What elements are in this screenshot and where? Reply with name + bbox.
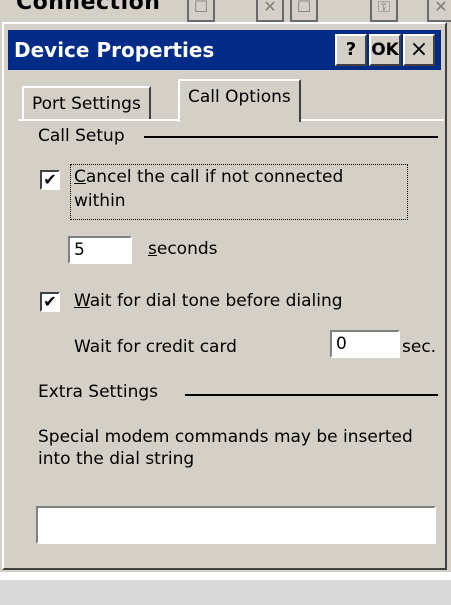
cancel-call-label[interactable]: Cancel the call if not connected: [74, 166, 343, 188]
background-button-4[interactable]: ⚿: [370, 0, 398, 22]
taskbar-separator: [0, 572, 451, 580]
cancel-call-checkbox[interactable]: ✔: [40, 170, 60, 190]
background-button-3[interactable]: ☐: [290, 0, 318, 22]
call-setup-divider: [144, 136, 438, 138]
tab-port-settings[interactable]: Port Settings: [22, 86, 151, 120]
seconds-label: seconds: [148, 239, 218, 259]
close-button[interactable]: ×: [403, 34, 435, 66]
cancel-call-label-line2[interactable]: within: [74, 190, 126, 212]
modem-commands-input[interactable]: [36, 506, 436, 544]
wait-dial-tone-label[interactable]: Wait for dial tone before dialing: [74, 290, 343, 312]
extra-settings-description: Special modem commands may be inserted i…: [38, 427, 413, 469]
taskbar: [0, 580, 451, 605]
help-button[interactable]: ?: [335, 34, 367, 66]
checkmark-icon: ✔: [43, 170, 57, 189]
seconds-input[interactable]: 5: [68, 236, 132, 264]
background-button-5[interactable]: ✕: [427, 0, 451, 22]
background-button-1[interactable]: ☐: [187, 0, 215, 22]
ok-button[interactable]: OK: [369, 34, 401, 66]
wait-dial-tone-checkbox[interactable]: ✔: [40, 292, 60, 312]
dialog-title: Device Properties: [14, 38, 215, 62]
extra-settings-label: Extra Settings: [38, 382, 159, 402]
credit-card-unit: sec.: [402, 337, 437, 357]
device-properties-dialog: Device Properties ? OK × Port Settings C…: [2, 22, 447, 570]
credit-card-input[interactable]: 0: [330, 330, 400, 358]
background-window-title: Connection: [16, 0, 161, 15]
title-bar: Device Properties ? OK ×: [8, 30, 441, 70]
credit-card-label: Wait for credit card: [74, 337, 237, 357]
background-button-2[interactable]: ✕: [256, 0, 284, 22]
call-setup-label: Call Setup: [38, 126, 125, 146]
tab-call-options[interactable]: Call Options: [178, 79, 301, 122]
checkmark-icon: ✔: [43, 292, 57, 311]
extra-settings-divider: [185, 394, 438, 396]
